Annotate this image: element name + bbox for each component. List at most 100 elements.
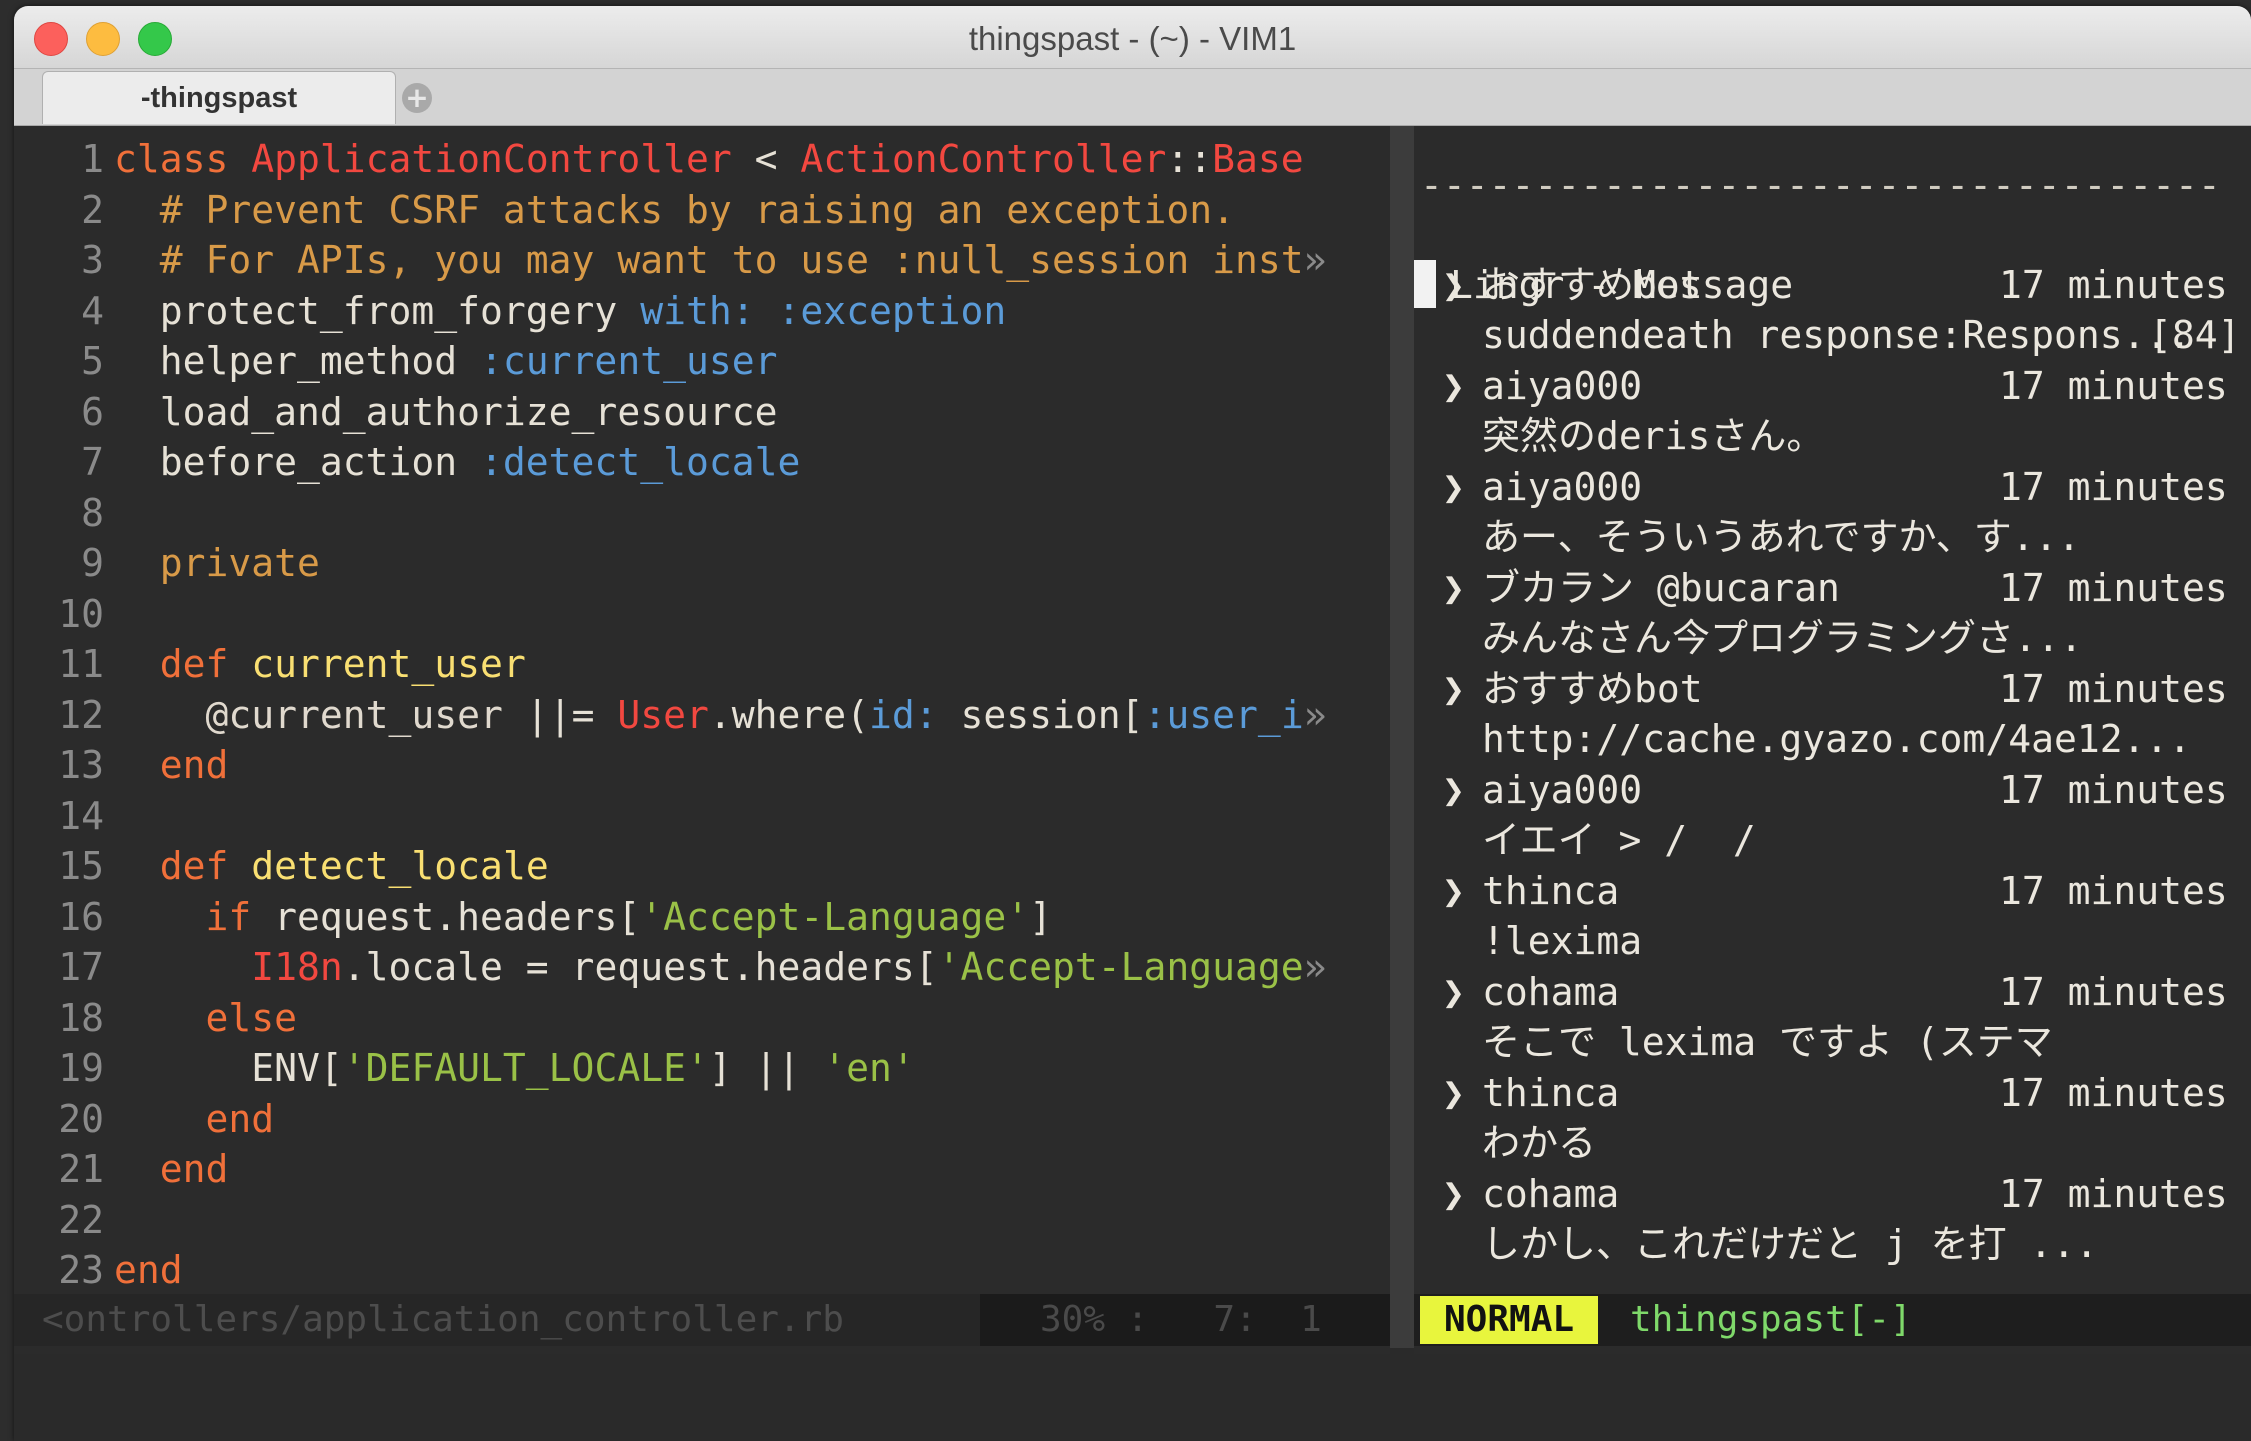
- lingr-message-body[interactable]: そこで lexima ですよ (ステマ: [1414, 1017, 2251, 1067]
- line-number: 21: [58, 1147, 104, 1191]
- code-line[interactable]: 11 def current_user: [14, 639, 1390, 689]
- cursor: [1414, 260, 1436, 308]
- message-username: aiya000: [1482, 768, 1643, 812]
- lingr-message-body[interactable]: 突然のderisさん。: [1414, 411, 2251, 461]
- chevron-right-icon: ❯: [1442, 768, 1465, 812]
- code-token: private: [114, 541, 320, 585]
- code-text: protect_from_forgery with: :exception: [114, 286, 1007, 336]
- message-username: おすすめbot: [1482, 263, 1703, 307]
- line-number: 12: [58, 692, 104, 737]
- code-line[interactable]: 8: [14, 488, 1390, 538]
- code-text: before_action :detect_locale: [114, 437, 801, 487]
- code-line[interactable]: 1 class ApplicationController < ActionCon…: [14, 134, 1390, 184]
- code-editor-pane[interactable]: 1 class ApplicationController < ActionCon…: [14, 126, 1390, 1354]
- code-text: @current_user ||= User.where(id: session…: [114, 690, 1327, 740]
- lingr-message-body[interactable]: http://cache.gyazo.com/4ae12...: [1414, 714, 2251, 764]
- code-token: .locale = request.headers[: [342, 945, 938, 989]
- lingr-message-header[interactable]: ❯ aiya000 17 minutes: [1414, 462, 2251, 512]
- lingr-message-header[interactable]: ❯ おすすめbot 17 minutes: [1414, 260, 2251, 310]
- code-line[interactable]: 3 # For APIs, you may want to use :null_…: [14, 235, 1390, 285]
- code-text: I18n.locale = request.headers['Accept-La…: [114, 942, 1326, 992]
- code-token: request.headers[: [274, 894, 641, 939]
- code-token: end: [114, 1248, 183, 1292]
- code-line[interactable]: 17 I18n.locale = request.headers['Accept…: [14, 942, 1390, 992]
- lingr-message-header[interactable]: ❯ thinca 17 minutes: [1414, 866, 2251, 916]
- code-line[interactable]: 9 private: [14, 538, 1390, 588]
- line-number: 23: [58, 1248, 104, 1292]
- lingr-message-header[interactable]: ❯ ブカラン @bucaran 17 minutes: [1414, 563, 2251, 613]
- message-time: 17 minutes: [1999, 970, 2228, 1014]
- message-text: !lexima: [1482, 919, 1643, 963]
- lingr-message-body[interactable]: suddendeath response:Respons...: [1414, 310, 2251, 360]
- code-line[interactable]: 20 end: [14, 1094, 1390, 1144]
- line-number: 16: [58, 894, 104, 939]
- code-token: load_and_authorize_resource: [114, 389, 778, 434]
- code-line[interactable]: 16 if request.headers['Accept-Language']: [14, 892, 1390, 942]
- lingr-message-body[interactable]: あー、そういうあれですか、す...: [1414, 512, 2251, 562]
- lingr-message-header[interactable]: ❯ aiya000 17 minutes: [1414, 765, 2251, 815]
- code-line[interactable]: 22: [14, 1195, 1390, 1245]
- code-token: :exception: [777, 288, 1007, 333]
- code-line[interactable]: 23 end: [14, 1245, 1390, 1295]
- lingr-message-header[interactable]: ❯ thinca 17 minutes: [1414, 1068, 2251, 1118]
- message-time: 17 minutes: [1999, 869, 2228, 913]
- lingr-message-header[interactable]: ❯ cohama 17 minutes: [1414, 1169, 2251, 1219]
- code-text: def current_user: [114, 639, 526, 689]
- message-username: cohama: [1482, 970, 1620, 1014]
- code-line[interactable]: 21 end: [14, 1144, 1390, 1194]
- code-token: »: [1303, 692, 1327, 737]
- code-line[interactable]: 6 load_and_authorize_resource: [14, 387, 1390, 437]
- lingr-status-line: NORMAL thingspast[-]: [1414, 1294, 2251, 1346]
- line-number: 3: [81, 238, 104, 282]
- code-token: <: [731, 137, 801, 181]
- code-token: ::: [1166, 137, 1213, 181]
- message-username: ブカラン @bucaran: [1482, 566, 1840, 610]
- code-text: helper_method :current_user: [114, 336, 778, 386]
- lingr-message-body[interactable]: !lexima: [1414, 916, 2251, 966]
- message-time: 17 minutes: [1999, 1071, 2228, 1115]
- buffer-name: thingspast[-]: [1630, 1299, 1912, 1340]
- code-line[interactable]: 5 helper_method :current_user: [14, 336, 1390, 386]
- lingr-message-header[interactable]: ❯ aiya000 17 minutes: [1414, 361, 2251, 411]
- lingr-message-pane[interactable]: ----------------------------------- Ling…: [1414, 126, 2251, 1354]
- vim-mode-badge: NORMAL: [1420, 1296, 1599, 1344]
- code-text: ENV['DEFAULT_LOCALE'] || 'en': [114, 1043, 914, 1093]
- code-line[interactable]: 7 before_action :detect_locale: [14, 437, 1390, 487]
- command-line[interactable]: [14, 1354, 2251, 1441]
- code-token: Base: [1212, 137, 1304, 181]
- lingr-message-body[interactable]: わかる: [1414, 1118, 2251, 1168]
- code-line[interactable]: 2 # Prevent CSRF attacks by raising an e…: [14, 185, 1390, 235]
- code-token: ActionController: [800, 137, 1167, 181]
- code-line[interactable]: 19 ENV['DEFAULT_LOCALE'] || 'en': [14, 1043, 1390, 1093]
- lingr-message-header[interactable]: ❯ おすすめbot 17 minutes: [1414, 664, 2251, 714]
- lingr-message-body[interactable]: イエイ > / /: [1414, 815, 2251, 865]
- code-token: I18n: [114, 945, 343, 989]
- tab-thingspast[interactable]: -thingspast: [42, 71, 396, 124]
- line-number: 13: [58, 743, 104, 787]
- code-line[interactable]: 14: [14, 791, 1390, 841]
- code-line[interactable]: 4 protect_from_forgery with: :exception: [14, 286, 1390, 336]
- message-text: わかる: [1482, 1121, 1597, 1165]
- code-line[interactable]: 12 @current_user ||= User.where(id: sess…: [14, 690, 1390, 740]
- code-text: if request.headers['Accept-Language']: [114, 892, 1053, 942]
- code-line[interactable]: 10: [14, 589, 1390, 639]
- code-token: User: [617, 692, 709, 737]
- code-line[interactable]: 15 def detect_locale: [14, 841, 1390, 891]
- lingr-message-body[interactable]: みんなさん今プログラミングさ...: [1414, 613, 2251, 663]
- lingr-message-header[interactable]: ❯ cohama 17 minutes: [1414, 967, 2251, 1017]
- tab-bar: -thingspast +: [14, 69, 2251, 126]
- vertical-split-divider[interactable]: [1390, 126, 1414, 1348]
- code-token: ]: [1029, 894, 1053, 939]
- message-username: thinca: [1482, 869, 1620, 913]
- code-line[interactable]: 18 else: [14, 993, 1390, 1043]
- message-time: 17 minutes: [1999, 263, 2228, 307]
- chevron-right-icon: ❯: [1442, 465, 1465, 509]
- chevron-right-icon: ❯: [1442, 364, 1465, 408]
- line-number: 6: [81, 389, 104, 434]
- add-tab-icon[interactable]: +: [402, 83, 432, 113]
- code-token: detect_locale: [251, 844, 549, 888]
- code-text: else: [114, 993, 298, 1043]
- lingr-message-body[interactable]: しかし、これだけだと j を打 ...: [1414, 1219, 2251, 1269]
- title-bar: thingspast - (~) - VIM1: [14, 6, 2251, 69]
- code-line[interactable]: 13 end: [14, 740, 1390, 790]
